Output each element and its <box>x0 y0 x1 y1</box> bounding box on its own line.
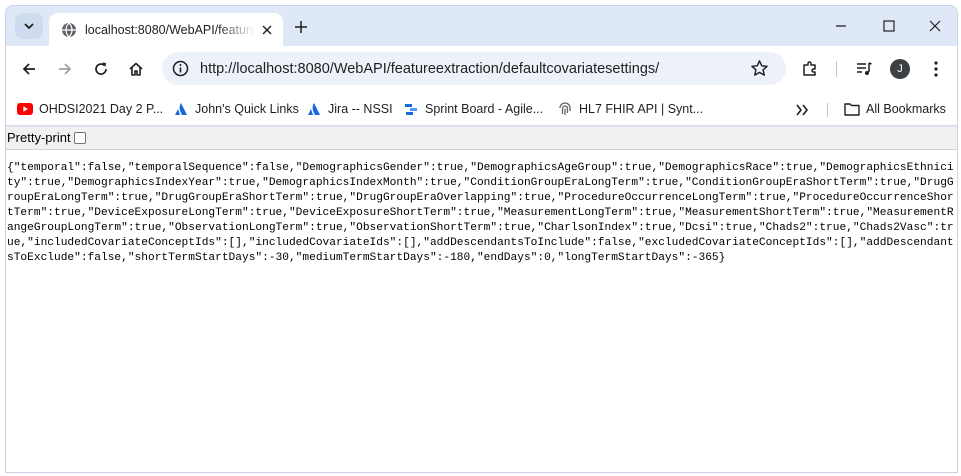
more-bookmarks-chevron-icon[interactable] <box>793 101 811 119</box>
bookmark-item[interactable]: HL7 FHIR API | Synt... <box>557 100 703 118</box>
close-window-button[interactable] <box>920 14 950 38</box>
pretty-print-toggle[interactable]: Pretty-print <box>7 130 86 145</box>
plus-icon <box>295 21 307 33</box>
media-controls-button[interactable] <box>852 57 876 81</box>
close-icon <box>262 25 272 35</box>
toolbar-divider <box>836 61 837 77</box>
new-tab-button[interactable] <box>289 15 313 39</box>
maximize-icon <box>883 20 895 32</box>
tab-search-button[interactable] <box>15 13 43 39</box>
youtube-icon <box>17 101 33 117</box>
pretty-print-bar: Pretty-print <box>6 127 957 150</box>
all-bookmarks-label: All Bookmarks <box>866 102 946 116</box>
bookmark-item[interactable]: OHDSI2021 Day 2 P... <box>17 100 163 118</box>
bookmark-label: HL7 FHIR API | Synt... <box>579 102 704 116</box>
chrome-menu-button[interactable] <box>924 57 948 81</box>
all-bookmarks-button[interactable]: All Bookmarks <box>844 100 946 118</box>
json-response-text: {"temporal":false,"temporalSequence":fal… <box>7 162 954 264</box>
address-url[interactable]: http://localhost:8080/WebAPI/featureextr… <box>200 61 659 77</box>
reload-icon <box>95 62 107 75</box>
reload-button[interactable] <box>88 56 114 82</box>
home-icon <box>129 62 143 76</box>
tab-title: localhost:8080/WebAPI/featureextraction/… <box>85 23 255 37</box>
bookmark-item[interactable]: John's Quick Links <box>173 100 299 118</box>
arrow-right-icon <box>59 63 72 75</box>
puzzle-icon <box>803 61 816 76</box>
bookmark-label: John's Quick Links <box>195 102 299 116</box>
tab-active[interactable]: localhost:8080/WebAPI/featureextraction/… <box>49 13 283 46</box>
back-button[interactable] <box>16 56 42 82</box>
minimize-button[interactable] <box>826 14 856 38</box>
chevron-down-icon <box>24 23 34 30</box>
fingerprint-icon <box>557 101 573 117</box>
toolbar: http://localhost:8080/WebAPI/featureextr… <box>6 46 957 91</box>
browser-window: localhost:8080/WebAPI/featureextraction/… <box>5 5 958 473</box>
pretty-print-label: Pretty-print <box>7 130 71 145</box>
bookmarks-divider <box>827 103 828 117</box>
bookmark-item[interactable]: Jira -- NSSI <box>306 100 393 118</box>
extensions-button[interactable] <box>798 57 822 81</box>
atlassian-icon <box>306 101 322 117</box>
pretty-print-checkbox[interactable] <box>73 131 86 144</box>
tab-close-button[interactable] <box>258 21 276 39</box>
minimize-icon <box>836 25 846 27</box>
bookmark-label: OHDSI2021 Day 2 P... <box>39 102 164 116</box>
bookmark-label: Sprint Board - Agile... <box>425 102 544 116</box>
profile-avatar[interactable]: J <box>890 59 910 79</box>
globe-icon <box>62 22 76 38</box>
bookmark-label: Jira -- NSSI <box>328 102 393 116</box>
address-bar[interactable]: http://localhost:8080/WebAPI/featureextr… <box>162 52 786 85</box>
bookmarks-bar: OHDSI2021 Day 2 P... John's Quick Links … <box>6 91 957 126</box>
arrow-left-icon <box>22 63 35 75</box>
sprint-board-icon <box>403 101 419 117</box>
bookmark-item[interactable]: Sprint Board - Agile... <box>403 100 543 118</box>
bookmark-star-icon[interactable] <box>750 59 769 78</box>
maximize-button[interactable] <box>874 14 904 38</box>
atlassian-icon <box>173 101 189 117</box>
home-button[interactable] <box>123 56 149 82</box>
forward-button[interactable] <box>52 56 78 82</box>
site-info-icon[interactable] <box>172 60 189 77</box>
playlist-music-icon <box>857 62 872 75</box>
tab-strip: localhost:8080/WebAPI/featureextraction/… <box>6 6 957 46</box>
folder-icon <box>844 101 860 117</box>
more-vertical-icon <box>934 61 938 77</box>
close-icon <box>929 20 941 32</box>
page-content: Pretty-print {"temporal":false,"temporal… <box>6 127 957 472</box>
